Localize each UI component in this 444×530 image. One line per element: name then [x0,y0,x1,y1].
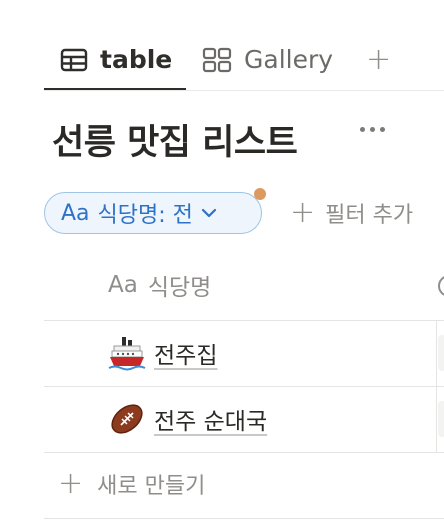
column-header-label: 식당명 [147,275,212,301]
more-options-button[interactable] [360,127,385,132]
add-view-button[interactable]: + [366,30,391,89]
table-divider [44,386,444,387]
table-divider [44,452,444,453]
new-row-button[interactable]: + 새로 만들기 [58,468,205,500]
football-emoji-icon [111,404,143,434]
table-cell[interactable] [438,401,444,437]
filter-chip-label: 식당명: 전 [97,203,193,228]
filter-modified-indicator [254,188,266,200]
add-filter-label: 필터 추가 [325,203,414,228]
tab-table[interactable]: table [60,30,172,89]
table-row[interactable]: 전주집 [108,334,217,372]
next-column-icon[interactable] [438,275,444,297]
tabs-divider [44,90,444,91]
gallery-icon [202,47,232,72]
text-property-icon: Aa [108,272,138,298]
table-icon [60,48,88,71]
chevron-down-icon [201,208,217,218]
table-divider [44,518,444,519]
tab-table-label: table [100,45,173,74]
column-header-name[interactable]: Aa 식당명 [108,268,211,302]
plus-icon: + [366,42,392,77]
more-dot-icon [380,127,385,132]
view-tabs: table Gallery + [44,30,444,91]
filter-chip[interactable]: Aa 식당명: 전 [44,192,262,234]
more-dot-icon [370,127,375,132]
new-row-label: 새로 만들기 [97,474,206,499]
tab-gallery[interactable]: Gallery [202,30,333,89]
table-row[interactable]: 전주 순대국 [108,400,267,438]
ship-emoji-icon [108,337,146,371]
table-divider [44,320,444,321]
page-title: 선릉 맛집 리스트 [52,123,298,163]
text-property-icon: Aa [61,200,90,226]
row-name-link: 전주 순대국 [154,409,268,435]
tab-gallery-label: Gallery [244,45,334,74]
row-name-link: 전주집 [154,343,218,369]
column-divider [436,321,437,452]
plus-icon: + [58,466,84,501]
table-cell[interactable] [438,335,444,371]
more-dot-icon [360,127,365,132]
plus-icon: + [290,195,316,230]
add-filter-button[interactable]: + 필터 추가 [290,197,413,229]
